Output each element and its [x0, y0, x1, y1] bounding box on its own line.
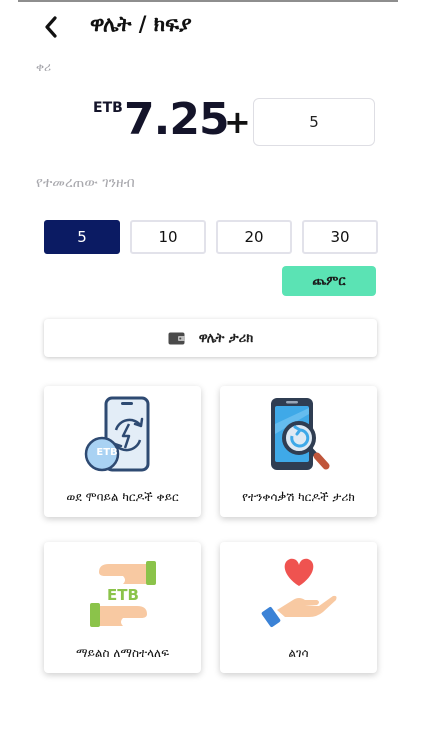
selected-amount-label: የተመረጠው ገንዘብ	[36, 175, 135, 191]
amount-option-20[interactable]: 20	[216, 220, 292, 254]
donation-card[interactable]: ልገሳ	[220, 542, 377, 673]
page-title: ዋሌት / ክፍያ	[90, 12, 192, 36]
plus-sign: +	[224, 103, 251, 141]
etb-badge: ETB	[107, 586, 139, 604]
card-label: የተንቀሳቃሽ ካርዶች ታሪክ	[242, 490, 355, 504]
card-label: ልገሳ	[288, 646, 309, 660]
wallet-icon	[168, 332, 185, 344]
balance-label: ቀሪ	[36, 60, 52, 74]
phone-exchange-icon	[84, 396, 149, 472]
amount-option-5[interactable]: 5	[44, 220, 120, 254]
wallet-history-button[interactable]: ዋሌት ታሪክ	[44, 319, 377, 357]
amount-input[interactable]	[253, 98, 375, 146]
amount-option-30[interactable]: 30	[302, 220, 378, 254]
card-label: ማይልስ ለማስተላለፍ	[75, 646, 170, 660]
balance-amount: 7.25	[124, 94, 230, 145]
balance-currency: ETB	[93, 100, 123, 116]
miles-transfer-card[interactable]: ETB ማይልስ ለማስተላለፍ	[44, 542, 201, 673]
phone-search-icon	[270, 398, 329, 470]
chevron-left-icon	[45, 16, 57, 38]
etb-badge: ETB	[96, 447, 118, 458]
add-button[interactable]: ጨምር	[282, 266, 376, 296]
mobile-cards-history-card[interactable]: የተንቀሳቃሽ ካርዶች ታሪክ	[220, 386, 377, 517]
hand-transfer-icon: ETB	[89, 561, 156, 627]
card-label: ወደ ሞባይል ካርዶች ቀይር	[66, 490, 179, 504]
convert-to-mobile-cards-card[interactable]: ETB ወደ ሞባይል ካርዶች ቀይር	[44, 386, 201, 517]
amount-option-10[interactable]: 10	[130, 220, 206, 254]
wallet-history-label: ዋሌት ታሪክ	[198, 330, 254, 346]
header: ዋሌት / ክፍያ	[0, 2, 422, 50]
donation-heart-icon	[261, 558, 337, 628]
back-button[interactable]	[36, 10, 66, 44]
